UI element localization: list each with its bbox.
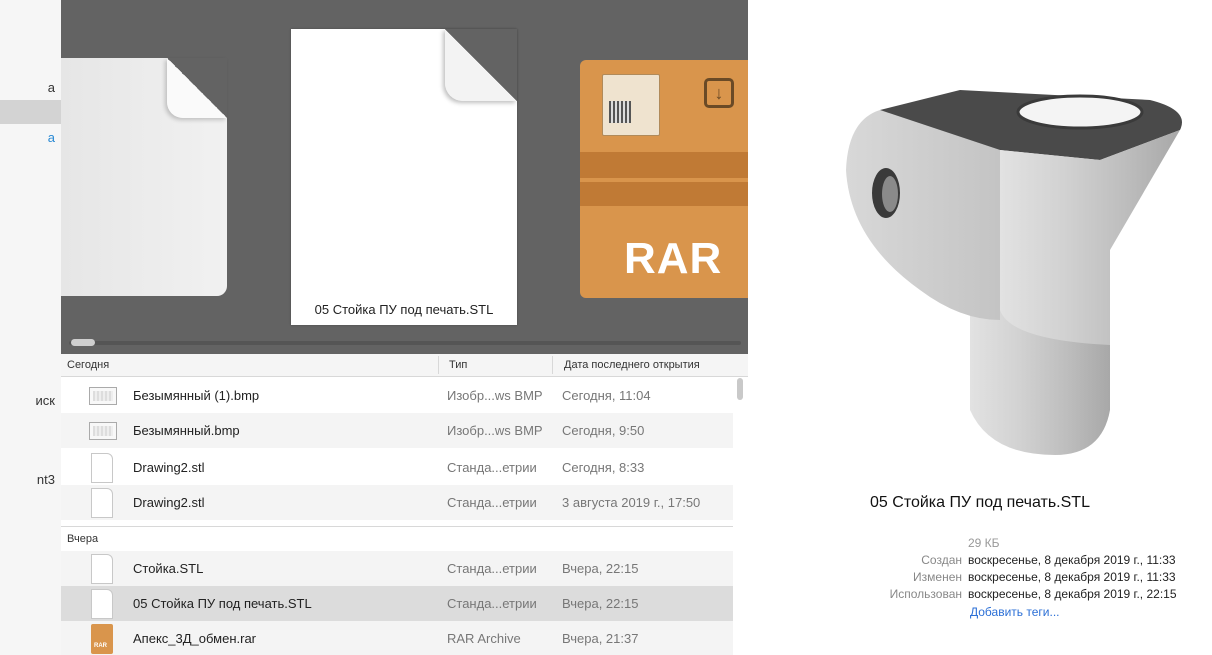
table-row[interactable]: Стойка.STL Станда...етрии Вчера, 22:15	[61, 551, 733, 586]
created-label: Создан	[921, 553, 962, 567]
add-tags-link[interactable]: Добавить теги...	[970, 605, 1059, 619]
box-tape	[580, 152, 748, 178]
preview-title: 05 Стойка ПУ под печать.STL	[870, 494, 1090, 511]
table-row[interactable]: Апекс_3Д_обмен.rar RAR Archive Вчера, 21…	[61, 621, 733, 655]
group-header-yesterday: Вчера	[61, 526, 733, 551]
stl-file-icon	[91, 589, 113, 619]
sidebar-item-disk[interactable]: иск	[0, 393, 61, 411]
column-divider[interactable]	[552, 356, 553, 374]
download-arrow-icon: ↓	[704, 78, 734, 108]
sidebar-item-1[interactable]: a	[0, 80, 61, 98]
cover-flow-scroll-thumb[interactable]	[71, 339, 95, 346]
used-label: Использован	[889, 587, 962, 601]
page-fold-icon	[445, 29, 517, 101]
bmp-file-icon	[89, 387, 117, 405]
preview-file-size: 29 КБ	[968, 536, 1000, 550]
box-tape	[580, 182, 748, 206]
column-header-type[interactable]: Тип	[449, 359, 467, 371]
cover-flow-rar-archive[interactable]: ↓ RAR	[580, 60, 748, 298]
cover-flow-prev-document[interactable]	[61, 58, 227, 296]
cover-flow[interactable]: 05 Стойка ПУ под печать.STL ↓ RAR	[61, 0, 748, 354]
table-row[interactable]: Drawing2.stl Станда...етрии 3 августа 20…	[61, 485, 733, 520]
cover-flow-caption: 05 Стойка ПУ под печать.STL	[314, 302, 494, 317]
rar-label: RAR	[624, 234, 723, 283]
sidebar-item-nt3[interactable]: nt3	[0, 472, 61, 490]
modified-label: Изменен	[913, 570, 962, 584]
sidebar-item-3[interactable]: a	[0, 130, 61, 148]
stl-file-icon	[91, 453, 113, 483]
stl-file-icon	[91, 554, 113, 584]
list-scrollbar[interactable]	[737, 378, 743, 400]
file-list: Сегодня Тип Дата последнего открытия Без…	[61, 354, 748, 655]
column-divider[interactable]	[438, 356, 439, 374]
preview-pane: 05 Стойка ПУ под печать.STL 29 КБ Создан…	[748, 0, 1212, 655]
column-header-date[interactable]: Дата последнего открытия	[564, 359, 700, 371]
cover-flow-scrollbar[interactable]	[69, 341, 741, 345]
stl-model-preview	[846, 90, 1182, 455]
table-row[interactable]: Безымянный (1).bmp Изобр...ws BMP Сегодн…	[61, 378, 733, 413]
cover-flow-current-document[interactable]: 05 Стойка ПУ под печать.STL	[291, 29, 517, 325]
bmp-file-icon	[89, 422, 117, 440]
table-row[interactable]: Безымянный.bmp Изобр...ws BMP Сегодня, 9…	[61, 413, 733, 448]
rar-file-icon	[91, 624, 113, 654]
qr-code-icon	[609, 101, 631, 123]
list-header: Сегодня Тип Дата последнего открытия	[61, 354, 748, 377]
created-value: воскресенье, 8 декабря 2019 г., 11:33	[968, 553, 1176, 567]
sidebar-item-selected[interactable]	[0, 100, 61, 124]
column-header-name[interactable]: Сегодня	[67, 359, 109, 371]
stl-file-icon	[91, 488, 113, 518]
modified-value: воскресенье, 8 декабря 2019 г., 11:33	[968, 570, 1176, 584]
table-row-selected[interactable]: 05 Стойка ПУ под печать.STL Станда...етр…	[61, 586, 733, 621]
sidebar: a a иск nt3	[0, 0, 62, 655]
box-label-icon	[602, 74, 660, 136]
table-row[interactable]: Drawing2.stl Станда...етрии Сегодня, 8:3…	[61, 450, 733, 485]
page-fold-icon	[167, 58, 227, 118]
used-value: воскресенье, 8 декабря 2019 г., 22:15	[968, 587, 1177, 601]
